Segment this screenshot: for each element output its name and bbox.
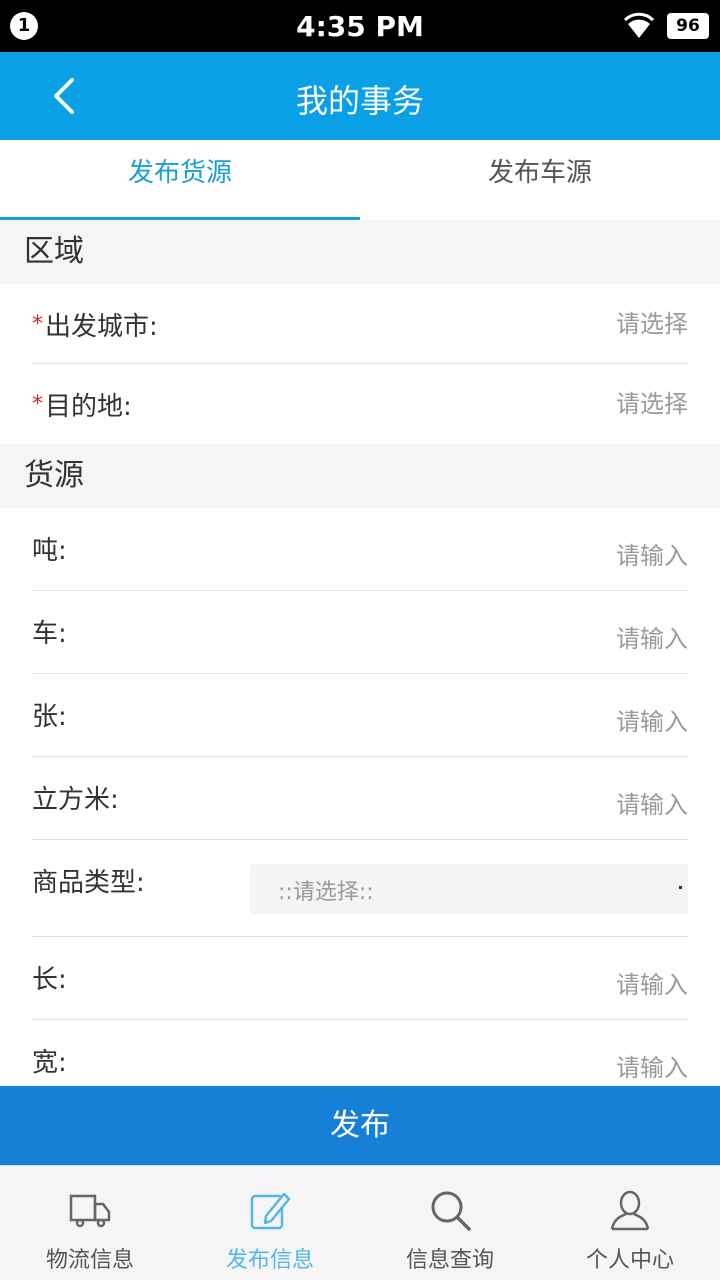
product-type-select[interactable]: ::请选择:: <box>250 864 688 914</box>
tons-input[interactable]: 请输入 <box>616 536 688 571</box>
header-bar: 我的事务 <box>0 52 720 140</box>
destination-select[interactable]: 请选择 <box>616 384 688 419</box>
required-mark: * <box>32 392 43 417</box>
tons-label: 吨: <box>32 536 67 566</box>
sheets-field[interactable]: 张: 请输入 <box>32 674 688 757</box>
vehicles-input[interactable]: 请输入 <box>616 619 688 654</box>
length-input[interactable]: 请输入 <box>616 965 688 1000</box>
product-type-field: 商品类型: ::请选择:: <box>32 840 688 937</box>
battery-indicator: 96 <box>667 13 709 39</box>
dropdown-arrow-icon <box>679 886 682 889</box>
nav-logistics-info[interactable]: 物流信息 <box>0 1166 180 1280</box>
tons-field[interactable]: 吨: 请输入 <box>32 508 688 591</box>
vehicles-field[interactable]: 车: 请输入 <box>32 591 688 674</box>
page-title: 我的事务 <box>295 82 424 120</box>
publish-button[interactable]: 发布 <box>0 1086 720 1165</box>
departure-city-label: *出发城市: <box>32 312 158 342</box>
truck-icon <box>69 1194 111 1228</box>
form-content: 区域 *出发城市: 请选择 *目的地: 请选择 货源 吨: 请输入 车: 请输入… <box>0 220 720 1086</box>
nav-personal-center[interactable]: 个人中心 <box>540 1166 720 1280</box>
nav-label: 个人中心 <box>585 1248 674 1273</box>
region-section-title: 区域 <box>0 220 720 284</box>
width-field[interactable]: 宽: 请输入 <box>32 1020 688 1086</box>
nav-publish-info[interactable]: 发布信息 <box>180 1166 360 1280</box>
cubic-meters-field[interactable]: 立方米: 请输入 <box>32 757 688 840</box>
cargo-section-title: 货源 <box>0 444 720 508</box>
length-label: 长: <box>32 965 67 995</box>
nav-info-query[interactable]: 信息查询 <box>360 1166 540 1280</box>
tab-publish-vehicle[interactable]: 发布车源 <box>360 140 720 220</box>
cubic-meters-input[interactable]: 请输入 <box>616 785 688 820</box>
required-mark: * <box>32 312 43 337</box>
sheets-input[interactable]: 请输入 <box>616 702 688 737</box>
search-icon <box>431 1191 471 1231</box>
nav-label: 信息查询 <box>405 1248 494 1273</box>
width-input[interactable]: 请输入 <box>616 1048 688 1083</box>
product-type-label: 商品类型: <box>32 868 145 898</box>
wifi-icon <box>624 12 654 38</box>
nav-label: 物流信息 <box>45 1248 134 1273</box>
departure-city-select[interactable]: 请选择 <box>616 304 688 339</box>
cubic-meters-label: 立方米: <box>32 785 119 815</box>
width-label: 宽: <box>32 1048 67 1078</box>
sheets-label: 张: <box>32 702 67 732</box>
tab-publish-cargo[interactable]: 发布货源 <box>0 140 360 220</box>
status-time: 4:35 PM <box>296 10 424 43</box>
tab-bar: 发布货源 发布车源 <box>0 140 720 220</box>
length-field[interactable]: 长: 请输入 <box>32 937 688 1020</box>
vehicles-label: 车: <box>32 619 67 649</box>
user-icon <box>610 1190 650 1231</box>
status-bar: 1 4:35 PM 96 <box>0 0 720 52</box>
destination-field[interactable]: *目的地: 请选择 <box>32 364 688 444</box>
departure-city-field[interactable]: *出发城市: 请选择 <box>32 284 688 364</box>
bottom-navigation: 物流信息 发布信息 信息查询 个人中心 <box>0 1165 720 1280</box>
product-type-selected: ::请选择:: <box>278 880 374 905</box>
edit-icon <box>250 1192 291 1230</box>
destination-label: *目的地: <box>32 392 132 422</box>
nav-label: 发布信息 <box>225 1248 314 1273</box>
